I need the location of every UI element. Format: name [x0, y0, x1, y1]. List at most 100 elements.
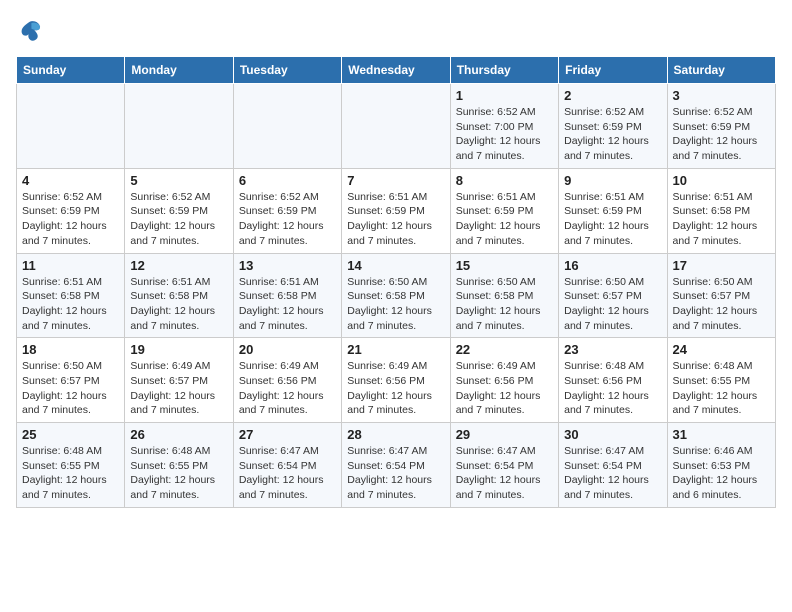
day-info: Sunrise: 6:52 AMSunset: 6:59 PMDaylight:…: [130, 190, 227, 249]
page-header: [16, 16, 776, 44]
calendar-cell: 4 Sunrise: 6:52 AMSunset: 6:59 PMDaylight…: [17, 168, 125, 253]
calendar-cell: 21 Sunrise: 6:49 AMSunset: 6:56 PMDayligh…: [342, 338, 450, 423]
day-info: Sunrise: 6:49 AMSunset: 6:56 PMDaylight:…: [456, 359, 553, 418]
day-number: 8: [456, 173, 553, 188]
calendar-week-row: 25 Sunrise: 6:48 AMSunset: 6:55 PMDayligh…: [17, 423, 776, 508]
day-number: 10: [673, 173, 770, 188]
calendar-cell: 12 Sunrise: 6:51 AMSunset: 6:58 PMDayligh…: [125, 253, 233, 338]
calendar-cell: 8Sunrise: 6:51 AMSunset: 6:59 PMDaylight…: [450, 168, 558, 253]
calendar-cell: 1Sunrise: 6:52 AMSunset: 7:00 PMDaylight…: [450, 84, 558, 169]
day-info: Sunrise: 6:50 AMSunset: 6:57 PMDaylight:…: [22, 359, 119, 418]
day-number: 11: [22, 258, 119, 273]
logo: [16, 16, 48, 44]
day-info: Sunrise: 6:51 AMSunset: 6:58 PMDaylight:…: [673, 190, 770, 249]
day-number: 19: [130, 342, 227, 357]
calendar-table: SundayMondayTuesdayWednesdayThursdayFrid…: [16, 56, 776, 508]
calendar-cell: 30Sunrise: 6:47 AMSunset: 6:54 PMDayligh…: [559, 423, 667, 508]
weekday-header-friday: Friday: [559, 57, 667, 84]
calendar-cell: [17, 84, 125, 169]
day-number: 9: [564, 173, 661, 188]
calendar-cell: 25 Sunrise: 6:48 AMSunset: 6:55 PMDayligh…: [17, 423, 125, 508]
day-number: 5: [130, 173, 227, 188]
calendar-cell: 22 Sunrise: 6:49 AMSunset: 6:56 PMDayligh…: [450, 338, 558, 423]
weekday-header-thursday: Thursday: [450, 57, 558, 84]
calendar-cell: 6 Sunrise: 6:52 AMSunset: 6:59 PMDaylight…: [233, 168, 341, 253]
day-info: Sunrise: 6:46 AMSunset: 6:53 PMDaylight:…: [673, 444, 770, 503]
calendar-cell: 19 Sunrise: 6:49 AMSunset: 6:57 PMDayligh…: [125, 338, 233, 423]
calendar-cell: [125, 84, 233, 169]
day-info: Sunrise: 6:51 AMSunset: 6:59 PMDaylight:…: [347, 190, 444, 249]
day-number: 15: [456, 258, 553, 273]
day-info: Sunrise: 6:51 AMSunset: 6:58 PMDaylight:…: [239, 275, 336, 334]
day-number: 12: [130, 258, 227, 273]
calendar-cell: 29Sunrise: 6:47 AMSunset: 6:54 PMDayligh…: [450, 423, 558, 508]
day-number: 16: [564, 258, 661, 273]
day-number: 14: [347, 258, 444, 273]
day-info: Sunrise: 6:48 AMSunset: 6:55 PMDaylight:…: [673, 359, 770, 418]
day-number: 7: [347, 173, 444, 188]
calendar-cell: 3Sunrise: 6:52 AMSunset: 6:59 PMDaylight…: [667, 84, 775, 169]
calendar-cell: 9 Sunrise: 6:51 AMSunset: 6:59 PMDaylight…: [559, 168, 667, 253]
calendar-cell: 24Sunrise: 6:48 AMSunset: 6:55 PMDayligh…: [667, 338, 775, 423]
day-info: Sunrise: 6:52 AMSunset: 6:59 PMDaylight:…: [22, 190, 119, 249]
calendar-cell: 27Sunrise: 6:47 AMSunset: 6:54 PMDayligh…: [233, 423, 341, 508]
day-number: 29: [456, 427, 553, 442]
day-number: 31: [673, 427, 770, 442]
day-number: 2: [564, 88, 661, 103]
calendar-cell: [233, 84, 341, 169]
day-number: 17: [673, 258, 770, 273]
calendar-cell: 15 Sunrise: 6:50 AMSunset: 6:58 PMDayligh…: [450, 253, 558, 338]
day-info: Sunrise: 6:50 AMSunset: 6:57 PMDaylight:…: [673, 275, 770, 334]
day-number: 6: [239, 173, 336, 188]
calendar-cell: 26 Sunrise: 6:48 AMSunset: 6:55 PMDayligh…: [125, 423, 233, 508]
day-info: Sunrise: 6:47 AMSunset: 6:54 PMDaylight:…: [347, 444, 444, 503]
day-number: 27: [239, 427, 336, 442]
day-number: 23: [564, 342, 661, 357]
day-number: 28: [347, 427, 444, 442]
weekday-header-sunday: Sunday: [17, 57, 125, 84]
calendar-cell: 10 Sunrise: 6:51 AMSunset: 6:58 PMDayligh…: [667, 168, 775, 253]
calendar-body: 1Sunrise: 6:52 AMSunset: 7:00 PMDaylight…: [17, 84, 776, 508]
calendar-cell: 7 Sunrise: 6:51 AMSunset: 6:59 PMDaylight…: [342, 168, 450, 253]
calendar-week-row: 18Sunrise: 6:50 AMSunset: 6:57 PMDayligh…: [17, 338, 776, 423]
weekday-header-saturday: Saturday: [667, 57, 775, 84]
calendar-cell: 20 Sunrise: 6:49 AMSunset: 6:56 PMDayligh…: [233, 338, 341, 423]
calendar-cell: 11Sunrise: 6:51 AMSunset: 6:58 PMDayligh…: [17, 253, 125, 338]
calendar-cell: 28 Sunrise: 6:47 AMSunset: 6:54 PMDayligh…: [342, 423, 450, 508]
day-number: 25: [22, 427, 119, 442]
weekday-header-row: SundayMondayTuesdayWednesdayThursdayFrid…: [17, 57, 776, 84]
calendar-cell: 2 Sunrise: 6:52 AMSunset: 6:59 PMDaylight…: [559, 84, 667, 169]
calendar-week-row: 1Sunrise: 6:52 AMSunset: 7:00 PMDaylight…: [17, 84, 776, 169]
day-number: 22: [456, 342, 553, 357]
day-info: Sunrise: 6:50 AMSunset: 6:57 PMDaylight:…: [564, 275, 661, 334]
calendar-cell: 14 Sunrise: 6:50 AMSunset: 6:58 PMDayligh…: [342, 253, 450, 338]
day-info: Sunrise: 6:52 AMSunset: 6:59 PMDaylight:…: [673, 105, 770, 164]
calendar-cell: 23 Sunrise: 6:48 AMSunset: 6:56 PMDayligh…: [559, 338, 667, 423]
day-info: Sunrise: 6:51 AMSunset: 6:58 PMDaylight:…: [130, 275, 227, 334]
day-info: Sunrise: 6:51 AMSunset: 6:59 PMDaylight:…: [564, 190, 661, 249]
day-info: Sunrise: 6:52 AMSunset: 6:59 PMDaylight:…: [564, 105, 661, 164]
calendar-week-row: 11 Sunrise: 6:51 AMSunset: 6:58 PMDayligh…: [17, 253, 776, 338]
calendar-cell: 17 Sunrise: 6:50 AMSunset: 6:57 PMDayligh…: [667, 253, 775, 338]
day-number: 4: [22, 173, 119, 188]
calendar-cell: 18Sunrise: 6:50 AMSunset: 6:57 PMDayligh…: [17, 338, 125, 423]
calendar-cell: 16 Sunrise: 6:50 AMSunset: 6:57 PMDayligh…: [559, 253, 667, 338]
day-number: 21: [347, 342, 444, 357]
day-info: Sunrise: 6:50 AMSunset: 6:58 PMDaylight:…: [456, 275, 553, 334]
weekday-header-monday: Monday: [125, 57, 233, 84]
day-info: Sunrise: 6:52 AMSunset: 6:59 PMDaylight:…: [239, 190, 336, 249]
calendar-cell: 5 Sunrise: 6:52 AMSunset: 6:59 PMDaylight…: [125, 168, 233, 253]
calendar-cell: [342, 84, 450, 169]
day-number: 20: [239, 342, 336, 357]
day-info: Sunrise: 6:50 AMSunset: 6:58 PMDaylight:…: [347, 275, 444, 334]
calendar-cell: 31 Sunrise: 6:46 AMSunset: 6:53 PMDayligh…: [667, 423, 775, 508]
day-info: Sunrise: 6:48 AMSunset: 6:55 PMDaylight:…: [22, 444, 119, 503]
day-info: Sunrise: 6:48 AMSunset: 6:55 PMDaylight:…: [130, 444, 227, 503]
day-info: Sunrise: 6:49 AMSunset: 6:56 PMDaylight:…: [347, 359, 444, 418]
day-info: Sunrise: 6:49 AMSunset: 6:56 PMDaylight:…: [239, 359, 336, 418]
day-info: Sunrise: 6:48 AMSunset: 6:56 PMDaylight:…: [564, 359, 661, 418]
day-number: 26: [130, 427, 227, 442]
day-info: Sunrise: 6:52 AMSunset: 7:00 PMDaylight:…: [456, 105, 553, 164]
day-info: Sunrise: 6:49 AMSunset: 6:57 PMDaylight:…: [130, 359, 227, 418]
weekday-header-wednesday: Wednesday: [342, 57, 450, 84]
